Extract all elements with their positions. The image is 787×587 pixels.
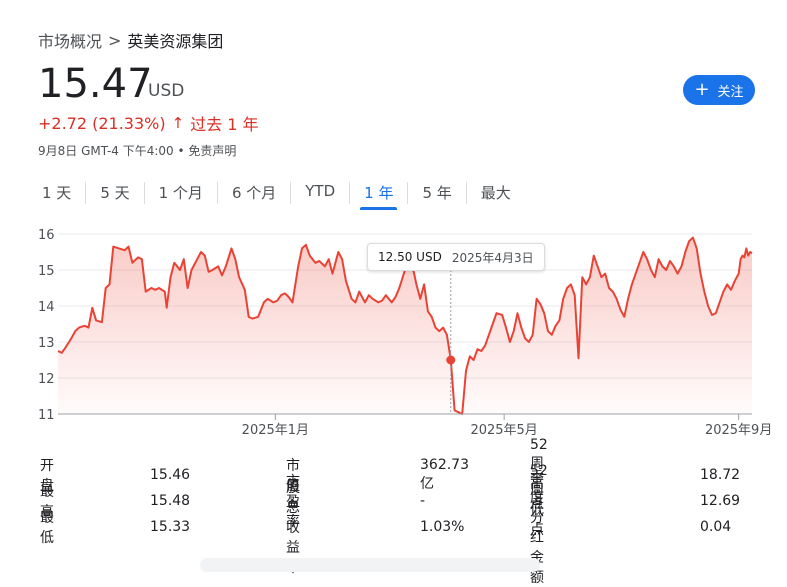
stat-value: 0.04 — [700, 519, 732, 535]
stat-label: 最低 — [40, 510, 54, 546]
stat-value: 12.69 — [700, 493, 741, 509]
stat-value: 15.48 — [150, 493, 191, 509]
tab-range[interactable]: 6 个月 — [218, 176, 290, 210]
y-tick-label: 11 — [38, 408, 55, 423]
stat-value: 15.46 — [150, 467, 191, 483]
stat-label: 股息收益率 — [286, 480, 300, 576]
breadcrumb-parent-link[interactable]: 市场概况 — [38, 28, 102, 52]
chart-tooltip: 12.50 USD 2025年4月3日 — [367, 243, 545, 271]
currency-label: USD — [148, 81, 185, 101]
breadcrumb-separator: > — [108, 30, 122, 50]
y-tick-label: 13 — [38, 336, 55, 351]
change-period: 过去 1 年 — [190, 115, 259, 134]
breadcrumb: 市场概况 > 英美资源集团 — [38, 28, 223, 52]
tab-range[interactable]: YTD — [291, 176, 349, 210]
x-tick-label: 2025年1月 — [242, 423, 309, 438]
plus-icon: + — [694, 79, 710, 100]
stat-value: 15.33 — [150, 519, 191, 535]
y-tick-label: 12 — [38, 372, 55, 387]
tab-range[interactable]: 5 天 — [86, 176, 143, 210]
highlight-point — [446, 355, 456, 365]
arrow-up-icon: ↑ — [171, 114, 185, 132]
stat-value: 362.73亿 — [420, 457, 469, 492]
change-value: +2.72 (21.33%) — [38, 113, 166, 133]
stat-label: 季度分红金额 — [530, 470, 544, 586]
price-change: +2.72 (21.33%) ↑ 过去 1 年 — [38, 111, 259, 135]
stock-price: 15.47 — [38, 61, 153, 107]
x-tick-label: 2025年9月 — [705, 423, 772, 438]
tooltip-date: 2025年4月3日 — [451, 250, 534, 265]
tab-range[interactable]: 1 年 — [350, 176, 407, 210]
quote-meta: 9月8日 GMT-4 下午4:00 • 免责声明 — [38, 144, 237, 158]
y-tick-label: 14 — [38, 300, 55, 315]
tab-range[interactable]: 最大 — [467, 176, 525, 210]
y-tick-label: 16 — [38, 228, 55, 243]
y-tick-label: 15 — [38, 264, 55, 279]
range-tabs: 1 天5 天1 个月 6 个月 YTD 1 年5 年最大 — [28, 176, 525, 210]
tab-range[interactable]: 1 个月 — [145, 176, 217, 210]
follow-label: 关注 — [717, 84, 744, 100]
tab-range[interactable]: 5 年 — [408, 176, 465, 210]
stat-value: - — [420, 493, 426, 509]
tab-range[interactable]: 1 天 — [28, 176, 85, 210]
bottom-bar[interactable] — [200, 558, 540, 572]
breadcrumb-current: 英美资源集团 — [127, 32, 224, 51]
stat-value: 1.03% — [420, 519, 465, 535]
stat-value: 18.72 — [700, 467, 741, 483]
x-tick-label: 2025年5月 — [470, 423, 537, 438]
tooltip-value: 12.50 USD — [378, 250, 442, 264]
follow-button[interactable]: + 关注 — [683, 75, 755, 105]
